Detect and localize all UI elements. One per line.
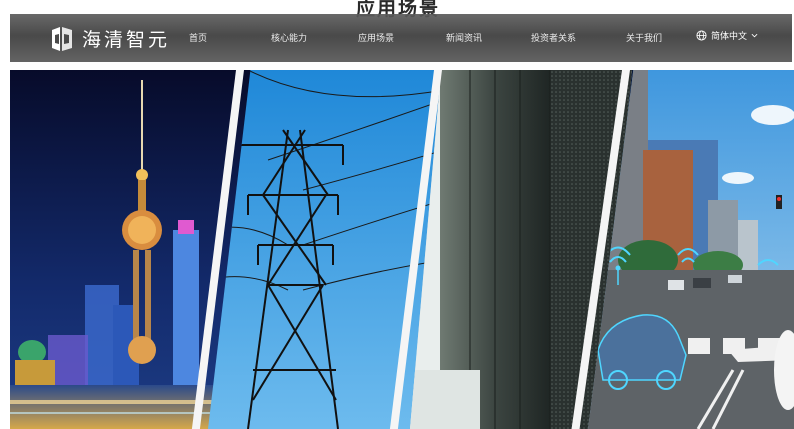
scenario-banner [10, 70, 794, 429]
chevron-down-icon [751, 33, 758, 38]
top-navigation-bar: 海清智元 首页 核心能力 应用场景 新闻资讯 投资者关系 关于我们 简体中文 [10, 14, 792, 62]
logo-mark-icon [50, 26, 74, 52]
nav-item-news[interactable]: 新闻资讯 [446, 31, 482, 44]
nav-item-core-capabilities[interactable]: 核心能力 [271, 31, 307, 44]
nav-item-about-us[interactable]: 关于我们 [626, 31, 662, 44]
globe-icon [696, 30, 707, 41]
logo[interactable]: 海清智元 [50, 25, 170, 52]
nav-item-investor-relations[interactable]: 投资者关系 [531, 31, 576, 44]
language-selector[interactable]: 简体中文 [696, 29, 758, 42]
nav-item-applications[interactable]: 应用场景 [358, 31, 394, 44]
page: 应用场景 海清智元 首页 核心能力 应用场景 新闻资讯 投资者关系 关于我们 简… [0, 0, 794, 429]
logo-text: 海清智元 [82, 29, 171, 51]
nav-item-home[interactable]: 首页 [189, 31, 207, 44]
language-label: 简体中文 [711, 32, 748, 42]
